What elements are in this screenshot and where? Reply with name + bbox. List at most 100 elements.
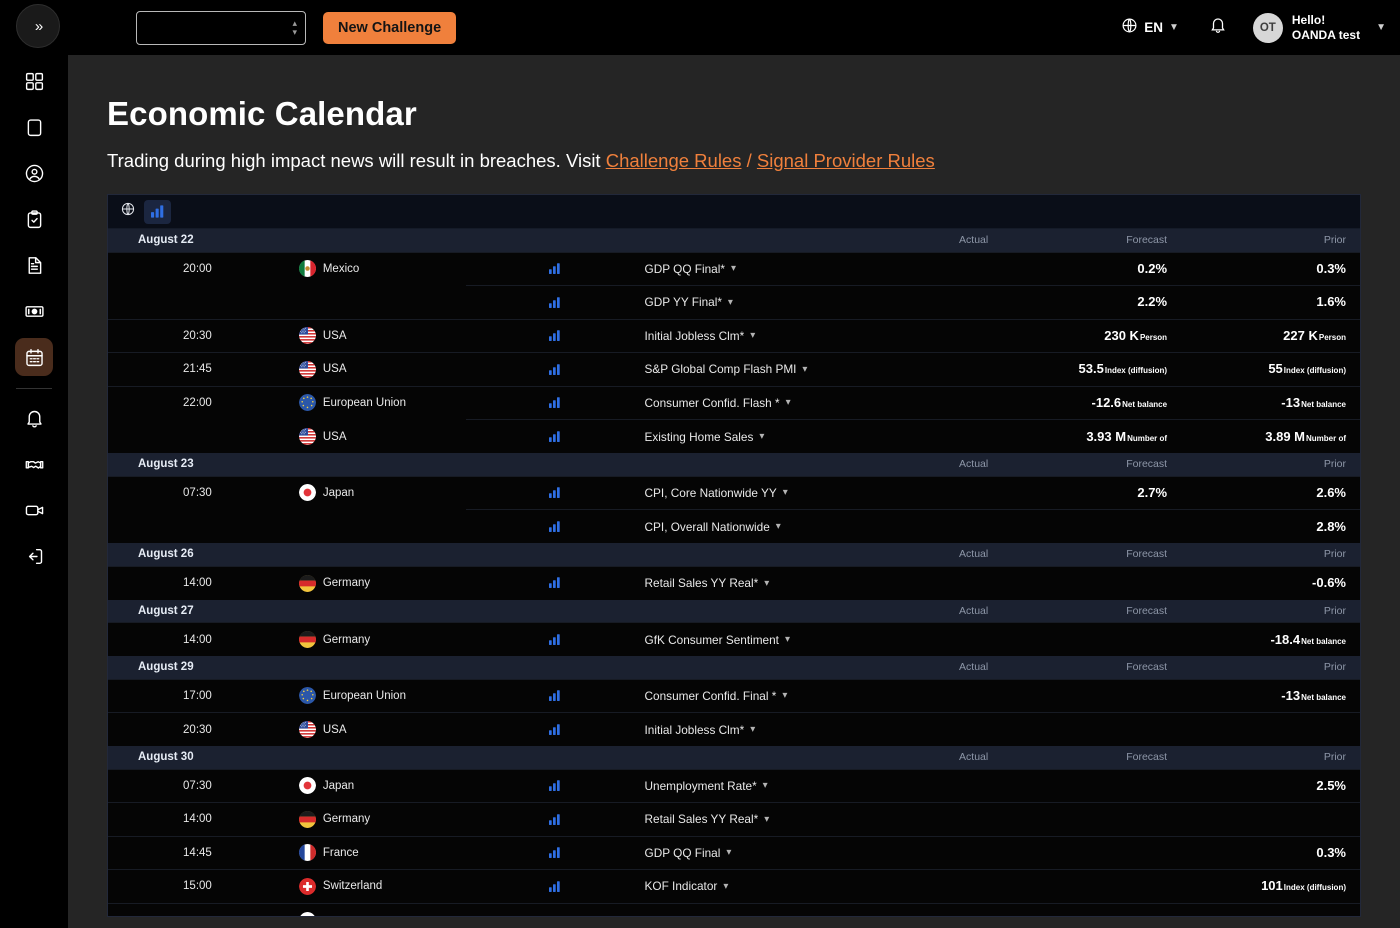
chevron-down-icon[interactable]: ▾ (764, 814, 769, 825)
new-challenge-button[interactable]: New Challenge (323, 11, 457, 44)
page-subtitle: Trading during high impact news will res… (107, 150, 1400, 172)
calendar-event-row[interactable]: 07:30 Japan Unemployment Rate* ▾ 2.5% (108, 768, 1360, 803)
sidebar-item-affiliate[interactable] (15, 445, 53, 483)
chevron-down-icon[interactable]: ▾ (782, 690, 787, 701)
calendar-event-row[interactable]: 15:00 Switzerland KOF Indicator ▾ 101Index (… (108, 869, 1360, 903)
bar-chart-icon[interactable] (549, 293, 561, 310)
sidebar-item-dashboard[interactable] (15, 62, 53, 100)
language-switcher[interactable]: EN ▼ (1121, 17, 1179, 39)
sidebar-item-economic-calendar[interactable] (15, 338, 53, 376)
event-forecast-unit: Net balance (1122, 399, 1168, 409)
column-header-forecast: Forecast (1002, 543, 1182, 566)
sidebar-item-payouts[interactable] (15, 292, 53, 330)
calendar-event-row[interactable]: 14:00 Germany Retail Sales YY Real* ▾ -0.6% (108, 565, 1360, 600)
user-menu[interactable]: Hello! OANDA test (1292, 13, 1360, 42)
bar-chart-icon[interactable] (549, 428, 561, 445)
event-forecast (1002, 768, 1182, 803)
event-country: Germany (286, 802, 466, 836)
calendar-event-row[interactable]: 14:00 Germany GfK Consumer Sentiment ▾ -18.4… (108, 622, 1360, 656)
event-name: KOF Indicator ▾ (644, 869, 824, 903)
country-name: Switzerland (322, 880, 383, 893)
document-icon (24, 255, 45, 276)
bar-chart-icon[interactable] (549, 484, 561, 501)
event-label: CPI, Overall Nationwide (644, 519, 770, 534)
calendar-event-row[interactable]: 21:45 USA S&P Global Comp Flash PMI ▾ 53.5In… (108, 352, 1360, 386)
calendar-event-row[interactable]: 20:30 USA Initial Jobless Clm* ▾ 230 KPerson… (108, 318, 1360, 353)
sidebar-item-clipboard[interactable] (15, 108, 53, 146)
chevron-down-icon[interactable]: ▾ (776, 521, 781, 532)
event-forecast: 53.5Index (diffusion) (1002, 352, 1182, 386)
challenge-select[interactable]: ▴ ▾ (136, 10, 306, 45)
sidebar-item-notifications[interactable] (15, 399, 53, 437)
calendar-event-row[interactable]: 20:30 USA Initial Jobless Clm* ▾ (108, 712, 1360, 746)
avatar[interactable]: OT (1252, 12, 1283, 43)
bar-chart-icon[interactable] (549, 721, 561, 738)
column-header-actual: Actual (823, 656, 1003, 679)
chevron-down-icon[interactable]: ▾ (750, 330, 755, 341)
signal-provider-rules-link[interactable]: Signal Provider Rules (757, 150, 935, 171)
sidebar-item-videos[interactable] (15, 491, 53, 529)
bar-chart-icon[interactable] (549, 574, 561, 591)
flag-fr-icon (298, 844, 316, 862)
calendar-event-row[interactable]: 14:45 France GDP QQ Final ▾ 0.3% (108, 835, 1360, 870)
sidebar-item-logout[interactable] (15, 537, 53, 575)
bar-chart-icon[interactable] (549, 518, 561, 535)
calendar-event-row[interactable]: USA Existing Home Sales ▾ 3.93 MNumber of 3.… (108, 419, 1360, 453)
calendar-event-row[interactable]: 22:00 European Union Consumer Confid. Flas… (108, 385, 1360, 420)
bar-chart-icon[interactable] (549, 810, 561, 827)
bar-chart-icon[interactable] (549, 360, 561, 377)
chevron-down-icon[interactable]: ▾ (728, 297, 733, 308)
calendar-event-row[interactable]: CPI, Overall Nationwide ▾ 2.8% (108, 509, 1360, 543)
notifications-bell-button[interactable] (1209, 16, 1227, 39)
event-actual (823, 285, 1003, 319)
chevron-down-icon[interactable]: ▾ (731, 263, 736, 274)
calendar-event-row[interactable]: 07:30 Japan CPI, Core Nationwide YY ▾ 2.7% 2.… (108, 475, 1360, 510)
bar-chart-icon[interactable] (549, 631, 561, 648)
calendar-date-header: August 23 Actual Forecast Prior (108, 453, 1360, 476)
event-actual (823, 622, 1003, 656)
sidebar-item-tasks[interactable] (15, 200, 53, 238)
bar-chart-icon[interactable] (549, 687, 561, 704)
event-time: 14:00 (108, 802, 287, 836)
bar-chart-icon[interactable] (549, 327, 561, 344)
bar-chart-icon[interactable] (549, 877, 561, 894)
chevron-down-icon[interactable]: ▾ (723, 881, 728, 892)
sidebar-item-documents[interactable] (15, 246, 53, 284)
bar-chart-icon[interactable] (549, 844, 561, 861)
event-impact (465, 385, 645, 420)
column-header-prior: Prior (1181, 229, 1360, 252)
chevron-down-icon[interactable]: ▾ (759, 431, 764, 442)
event-impact (465, 509, 645, 543)
event-country: USA (286, 419, 466, 453)
calendar-tab-globe-view[interactable] (114, 200, 141, 224)
chevron-down-icon[interactable]: ▾ (764, 578, 769, 589)
chevron-down-icon[interactable]: ▾ (786, 397, 791, 408)
chevron-down-icon[interactable]: ▾ (750, 724, 755, 735)
bar-chart-icon[interactable] (549, 777, 561, 794)
event-forecast: 2.7% (1002, 475, 1182, 510)
challenge-rules-link[interactable]: Challenge Rules (606, 150, 742, 171)
event-prior: 2.8% (1181, 509, 1360, 543)
user-menu-chevron-down-icon[interactable]: ▼ (1376, 22, 1386, 33)
event-prior-value: 0.3% (1316, 844, 1346, 860)
chevron-down-icon[interactable]: ▾ (763, 780, 768, 791)
chevron-down-icon[interactable]: ▾ (802, 364, 807, 375)
column-header-forecast: Forecast (1002, 599, 1182, 623)
sidebar-item-account[interactable] (15, 154, 53, 192)
event-prior-unit: Index (diffusion) (1283, 366, 1346, 376)
event-name: Existing Home Sales ▾ (644, 419, 824, 453)
calendar-event-row[interactable]: 14:00 Germany Retail Sales YY Real* ▾ (108, 802, 1360, 836)
calendar-event-row[interactable]: 17:00 European Union Consumer Confid. Fina… (108, 678, 1360, 713)
bar-chart-icon[interactable] (549, 260, 561, 277)
calendar-event-row[interactable] (108, 902, 1360, 916)
calendar-tab-impact-view[interactable] (144, 199, 171, 224)
bar-chart-icon[interactable] (549, 394, 561, 411)
chevron-down-icon[interactable]: ▾ (785, 634, 790, 645)
calendar-event-row[interactable]: 20:00 Mexico GDP QQ Final* ▾ 0.2% 0.3% (108, 251, 1360, 286)
sidebar-collapse-toggle[interactable]: » (16, 4, 60, 48)
calendar-event-row[interactable]: GDP YY Final* ▾ 2.2% 1.6% (108, 285, 1360, 319)
event-label: Existing Home Sales (644, 429, 754, 444)
chevron-down-icon[interactable]: ▾ (783, 487, 788, 498)
chevron-down-icon[interactable]: ▾ (726, 847, 731, 858)
event-prior-value: 101 (1261, 878, 1283, 894)
